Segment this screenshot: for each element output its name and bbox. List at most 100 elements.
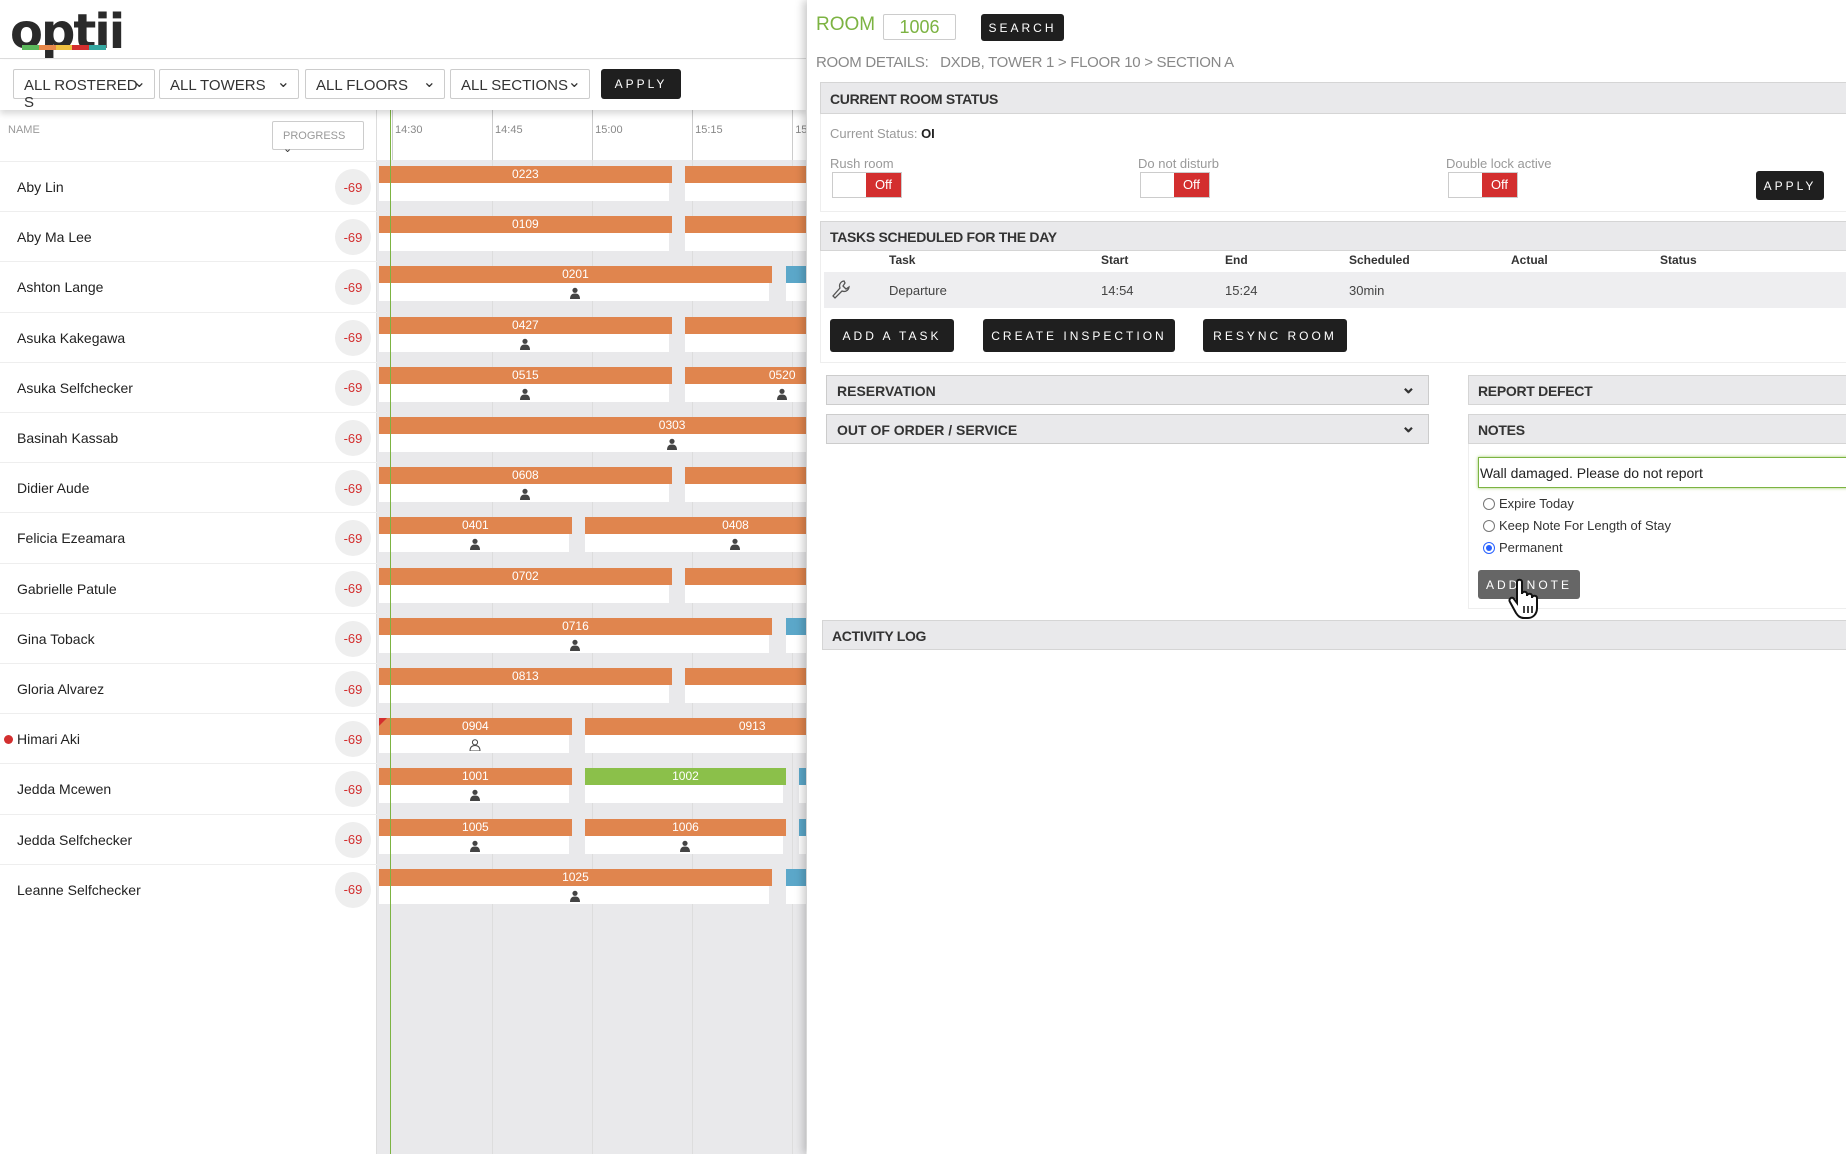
room-bar[interactable] bbox=[785, 617, 806, 635]
room-bar[interactable]: 0608 bbox=[378, 467, 673, 485]
room-bar[interactable]: 0515 bbox=[378, 366, 673, 384]
staff-row[interactable]: Asuka Kakegawa -69 bbox=[0, 311, 377, 362]
task-block[interactable]: 0520 bbox=[685, 366, 806, 403]
room-bar[interactable]: 0427 bbox=[378, 316, 673, 334]
room-bar[interactable]: 0813 bbox=[378, 668, 673, 685]
note-input[interactable] bbox=[1478, 457, 1846, 488]
room-bar[interactable]: 0913 bbox=[585, 718, 806, 736]
task-block[interactable] bbox=[685, 166, 806, 202]
room-bar[interactable]: 0223 bbox=[378, 166, 673, 183]
task-block[interactable]: 1001 bbox=[378, 768, 573, 804]
task-block[interactable]: 0223 bbox=[378, 166, 673, 202]
resync-room-button[interactable]: RESYNC ROOM bbox=[1203, 319, 1347, 352]
staff-row[interactable]: Aby Lin -69 bbox=[0, 161, 377, 211]
task-row[interactable] bbox=[824, 272, 1846, 308]
staff-row[interactable]: Jedda Selfchecker -69 bbox=[0, 813, 377, 864]
staff-row[interactable]: Leanne Selfchecker -69 bbox=[0, 863, 377, 914]
staff-row[interactable]: Aby Ma Lee -69 bbox=[0, 211, 377, 261]
task-block[interactable]: 0716 bbox=[378, 617, 773, 654]
room-bar[interactable] bbox=[785, 868, 806, 886]
task-block[interactable] bbox=[685, 467, 806, 503]
task-block[interactable]: 0702 bbox=[378, 567, 673, 604]
radio-length-of-stay[interactable]: Keep Note For Length of Stay bbox=[1483, 518, 1671, 533]
search-button[interactable]: SEARCH bbox=[981, 14, 1064, 41]
room-bar[interactable] bbox=[685, 216, 806, 234]
radio-button-selected[interactable] bbox=[1483, 541, 1495, 554]
task-block[interactable] bbox=[785, 868, 806, 905]
radio-button[interactable] bbox=[1483, 519, 1495, 532]
room-bar[interactable]: 0716 bbox=[378, 617, 773, 635]
room-bar[interactable] bbox=[685, 668, 806, 685]
filter-apply-button[interactable]: APPLY bbox=[601, 69, 681, 99]
status-apply-button[interactable]: APPLY bbox=[1756, 171, 1824, 200]
task-block[interactable] bbox=[785, 266, 806, 302]
staff-row[interactable]: Jedda Mcewen -69 bbox=[0, 763, 377, 813]
task-block[interactable]: 1002 bbox=[585, 768, 786, 804]
room-bar[interactable]: 0303 bbox=[378, 417, 806, 434]
rostered-select[interactable]: ALL ROSTERED S bbox=[13, 69, 155, 111]
room-bar[interactable]: 1025 bbox=[378, 868, 773, 886]
room-bar[interactable]: 0702 bbox=[378, 567, 673, 585]
do-not-disturb-toggle[interactable]: Off bbox=[1140, 172, 1210, 198]
staff-row[interactable]: Felicia Ezeamara -69 bbox=[0, 512, 377, 562]
staff-row[interactable]: Himari Aki -69 bbox=[0, 713, 377, 763]
staff-row[interactable]: Gloria Alvarez -69 bbox=[0, 663, 377, 713]
room-bar[interactable] bbox=[785, 266, 806, 284]
room-bar[interactable]: 0408 bbox=[585, 517, 806, 535]
floors-select[interactable]: ALL FLOORS bbox=[305, 69, 445, 99]
staff-row[interactable]: Didier Aude -69 bbox=[0, 462, 377, 512]
progress-sort-select[interactable]: PROGRESS ⌄ bbox=[272, 121, 364, 155]
out-of-order-accordion[interactable]: OUT OF ORDER / SERVICE bbox=[826, 414, 1429, 444]
room-bar[interactable]: 1005 bbox=[378, 818, 573, 836]
task-block[interactable]: 0427 bbox=[378, 316, 673, 353]
task-block[interactable]: 1006 bbox=[585, 818, 786, 855]
room-bar[interactable] bbox=[685, 166, 806, 183]
task-block[interactable] bbox=[785, 617, 806, 654]
staff-row[interactable]: Basinah Kassab -69 bbox=[0, 412, 377, 462]
task-block[interactable]: 1005 bbox=[378, 818, 573, 855]
task-block[interactable]: 0608 bbox=[378, 467, 673, 503]
radio-permanent[interactable]: Permanent bbox=[1483, 540, 1563, 555]
room-number-input[interactable] bbox=[883, 14, 956, 40]
add-task-button[interactable]: ADD A TASK bbox=[830, 319, 954, 352]
staff-row[interactable]: Gabrielle Patule -69 bbox=[0, 562, 377, 613]
staff-row[interactable]: Asuka Selfchecker -69 bbox=[0, 361, 377, 412]
report-defect-header[interactable]: REPORT DEFECT bbox=[1468, 375, 1846, 405]
rush-room-toggle[interactable]: Off bbox=[832, 172, 902, 198]
task-block[interactable]: 0813 bbox=[378, 668, 673, 704]
room-bar[interactable]: 0520 bbox=[685, 366, 806, 384]
task-block[interactable]: 0515 bbox=[378, 366, 673, 403]
reservation-accordion[interactable]: RESERVATION bbox=[826, 375, 1429, 405]
staff-row[interactable]: Gina Toback -69 bbox=[0, 612, 377, 663]
activity-log-header[interactable]: ACTIVITY LOG bbox=[822, 620, 1846, 650]
task-block[interactable]: 0109 bbox=[378, 216, 673, 252]
double-lock-toggle[interactable]: Off bbox=[1448, 172, 1518, 198]
task-block[interactable] bbox=[798, 818, 806, 855]
task-block[interactable]: 0913 bbox=[585, 718, 806, 754]
room-bar[interactable] bbox=[685, 467, 806, 485]
towers-select[interactable]: ALL TOWERS bbox=[159, 69, 299, 99]
room-bar[interactable]: 1006 bbox=[585, 818, 786, 836]
room-bar[interactable]: 1001 bbox=[378, 768, 573, 786]
task-block[interactable] bbox=[685, 567, 806, 604]
task-block[interactable] bbox=[685, 316, 806, 353]
room-bar[interactable]: 0201 bbox=[378, 266, 773, 284]
task-block[interactable]: 0408 bbox=[585, 517, 806, 553]
room-bar[interactable] bbox=[798, 818, 806, 836]
task-block[interactable]: 1025 bbox=[378, 868, 773, 905]
create-inspection-button[interactable]: CREATE INSPECTION bbox=[983, 319, 1175, 352]
task-block[interactable] bbox=[798, 768, 806, 804]
room-bar[interactable] bbox=[685, 316, 806, 334]
task-block[interactable] bbox=[685, 216, 806, 252]
task-block[interactable] bbox=[685, 668, 806, 704]
sections-select[interactable]: ALL SECTIONS bbox=[450, 69, 590, 99]
task-block[interactable]: 0201 bbox=[378, 266, 773, 302]
room-bar[interactable]: 0401 bbox=[378, 517, 573, 535]
room-bar[interactable]: 0904 bbox=[378, 718, 573, 736]
room-bar[interactable]: 1002 bbox=[585, 768, 786, 786]
room-bar[interactable]: 0109 bbox=[378, 216, 673, 234]
task-block[interactable]: 0303 bbox=[378, 417, 806, 453]
room-bar[interactable] bbox=[798, 768, 806, 786]
radio-expire-today[interactable]: Expire Today bbox=[1483, 496, 1574, 511]
radio-button[interactable] bbox=[1483, 497, 1495, 510]
